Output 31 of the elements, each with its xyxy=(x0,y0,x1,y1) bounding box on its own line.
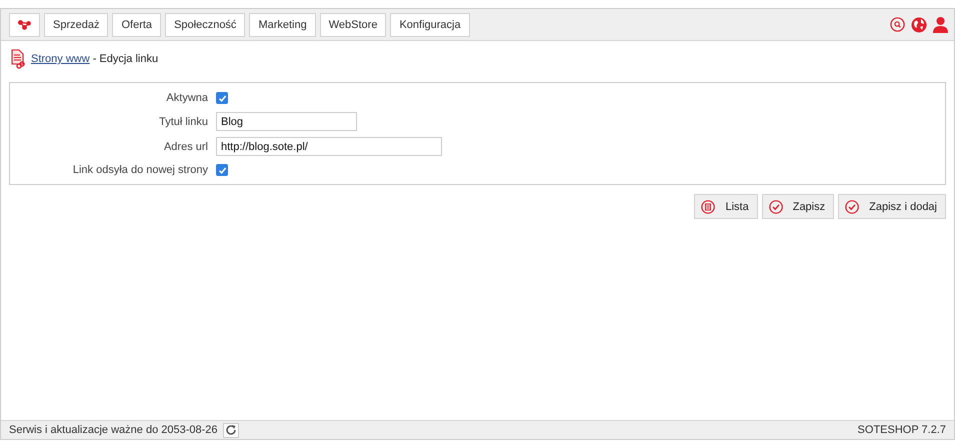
menu-button[interactable]: Konfiguracja xyxy=(390,12,470,36)
breadcrumb-link[interactable]: Strony www xyxy=(31,53,90,65)
text-input[interactable]: http://blog.sote.pl/ xyxy=(216,137,442,156)
field-label: Adres url xyxy=(162,140,209,152)
user-icon[interactable] xyxy=(933,16,948,33)
menu-button[interactable]: Marketing xyxy=(249,12,316,36)
check-icon xyxy=(768,200,783,214)
checkbox[interactable] xyxy=(216,164,228,176)
field-label: Tytuł linku xyxy=(158,116,209,128)
menu-button[interactable]: Sprzedaż xyxy=(44,12,108,36)
action-button[interactable]: Lista xyxy=(694,194,758,219)
globe-icon[interactable] xyxy=(911,16,927,32)
document-link-icon xyxy=(11,49,25,69)
license-text: Serwis i aktualizacje ważne do 2053-08-26 xyxy=(9,424,218,436)
action-button[interactable]: Zapisz i dodaj xyxy=(838,194,946,219)
check-icon xyxy=(845,200,860,214)
action-button[interactable]: Zapisz xyxy=(762,194,834,219)
version-text: SOTESHOP 7.2.7 xyxy=(858,424,946,436)
network-icon xyxy=(18,18,31,30)
search-icon[interactable] xyxy=(890,17,905,32)
page-title: - Edycja linku xyxy=(92,53,158,65)
menu-button[interactable]: WebStore xyxy=(320,12,386,36)
checkbox[interactable] xyxy=(216,92,228,104)
text-input[interactable]: Blog xyxy=(216,112,357,131)
logo-button[interactable] xyxy=(9,12,40,36)
menu-button[interactable]: Oferta xyxy=(112,12,162,36)
field-label: Aktywna xyxy=(165,92,209,104)
field-label: Link odsyła do nowej strony xyxy=(72,164,209,176)
menu-button[interactable]: Społeczność xyxy=(165,12,246,36)
refresh-button[interactable] xyxy=(222,422,239,438)
list-icon xyxy=(701,200,716,214)
